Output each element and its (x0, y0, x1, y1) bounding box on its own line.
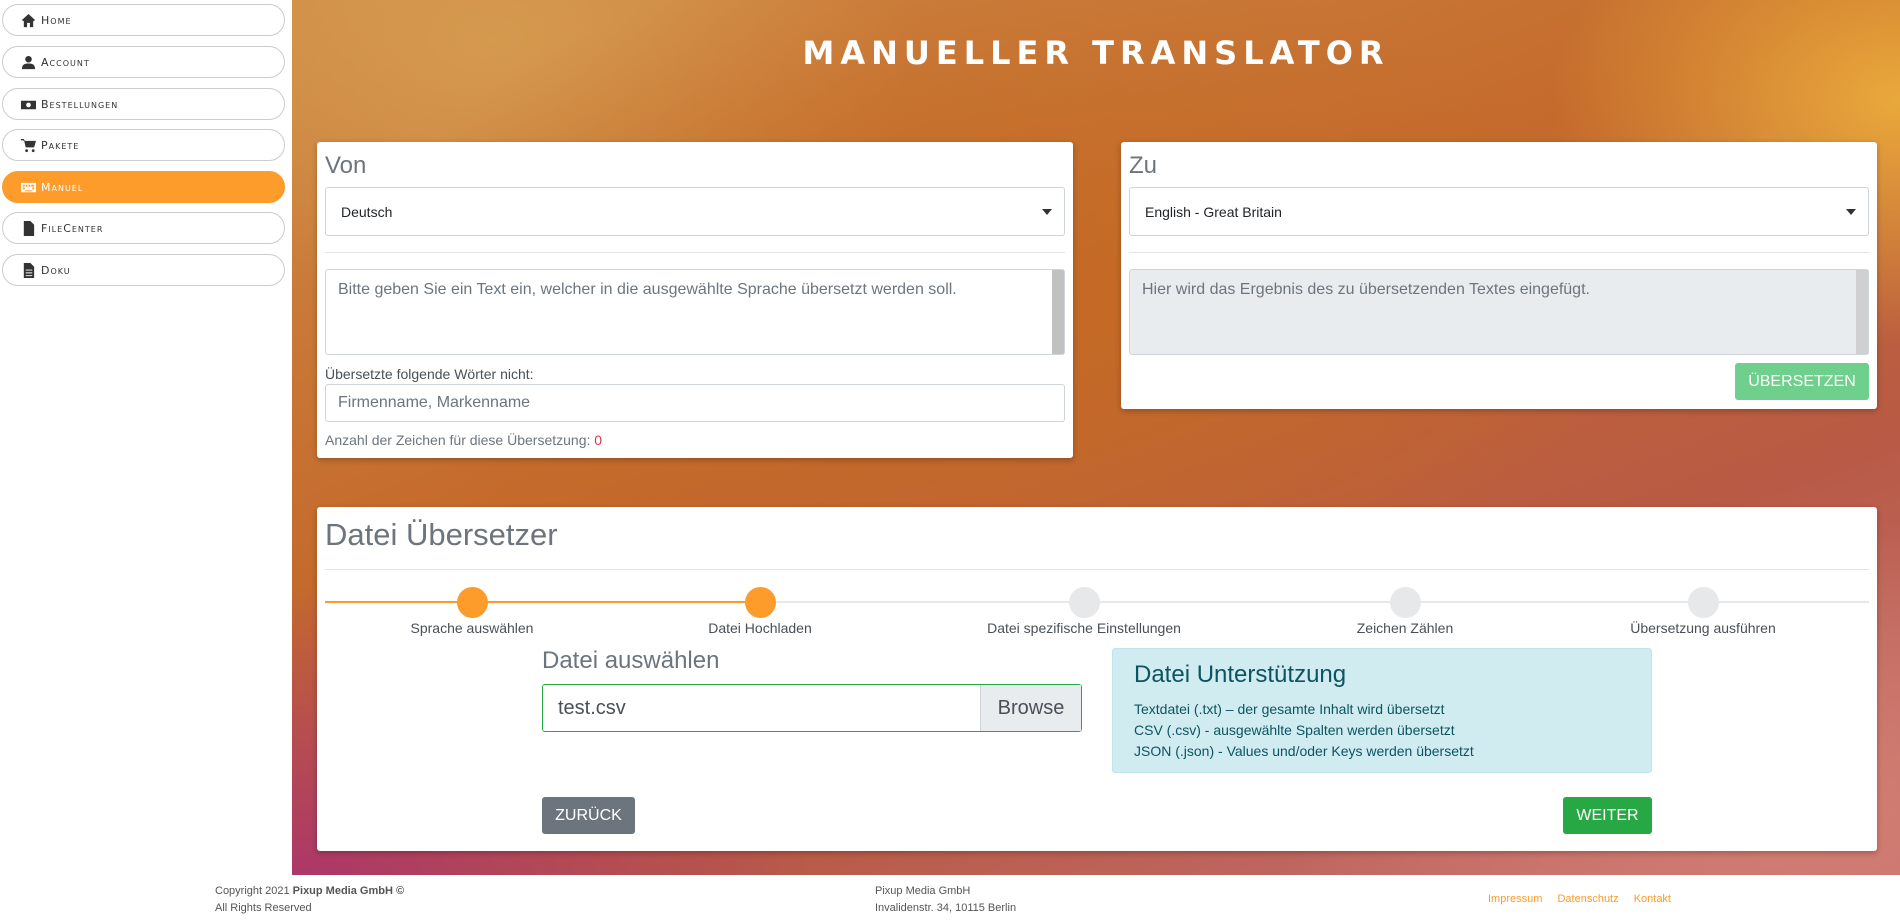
char-count-value: 0 (594, 432, 603, 448)
file-input-value: test.csv (558, 696, 626, 719)
back-button[interactable]: ZURÜCK (542, 797, 635, 834)
sidebar-item-home[interactable]: Home (2, 4, 285, 36)
file-support-line: JSON (.json) - Values und/oder Keys werd… (1134, 743, 1474, 759)
divider (1129, 252, 1869, 253)
step-5-label: Übersetzung ausführen (1630, 620, 1776, 636)
file-icon (23, 220, 35, 236)
file-support-line: Textdatei (.txt) – der gesamte Inhalt wi… (1134, 701, 1445, 717)
char-count-label: Anzahl der Zeichen für diese Übersetzung… (325, 432, 591, 448)
sidebar: Home Account Bestellungen Pakete Manuel … (0, 0, 292, 875)
from-language-select[interactable]: Deutsch (325, 187, 1065, 236)
user-icon (21, 55, 36, 69)
step-4-label: Zeichen Zählen (1356, 620, 1454, 636)
step-2-label: Datei Hochladen (708, 620, 812, 636)
step-5-dot[interactable] (1688, 587, 1719, 618)
kontakt-link[interactable]: Kontakt (1634, 893, 1671, 905)
home-icon (21, 13, 36, 27)
from-language-value: Deutsch (341, 203, 393, 220)
exclude-words-placeholder: Firmenname, Markenname (338, 394, 531, 411)
impressum-link[interactable]: Impressum (1488, 893, 1542, 905)
from-title: Von (325, 152, 367, 179)
exclude-label: Übersetzte folgende Wörter nicht: (325, 366, 534, 382)
document-icon (23, 262, 35, 278)
chevron-down-icon (1846, 209, 1856, 215)
step-3-dot[interactable] (1069, 587, 1100, 618)
from-card: Von Deutsch Bitte geben Sie ein Text ein… (317, 142, 1073, 458)
divider (325, 569, 1869, 570)
file-support-line: CSV (.csv) - ausgewählte Spalten werden … (1134, 722, 1455, 738)
browse-button[interactable]: Browse (980, 685, 1081, 731)
translate-button[interactable]: ÜBERSETZEN (1735, 363, 1869, 400)
address-street: Invalidenstr. 34, 10115 Berlin (875, 902, 1017, 914)
to-card: Zu English - Great Britain Hier wird das… (1121, 142, 1877, 409)
to-title: Zu (1129, 152, 1158, 179)
source-text-placeholder: Bitte geben Sie ein Text ein, welcher in… (338, 281, 957, 298)
footer-links: Impressum Datenschutz Kontakt (1488, 893, 1671, 905)
sidebar-item-pakete[interactable]: Pakete (2, 129, 285, 161)
to-language-value: English - Great Britain (1145, 203, 1282, 220)
file-support-title: Datei Unterstützung (1134, 661, 1347, 688)
stepper-progress (325, 601, 769, 603)
to-language-select[interactable]: English - Great Britain (1129, 187, 1869, 236)
sidebar-item-label: Account (41, 55, 90, 69)
cart-icon (21, 138, 36, 152)
file-translator-card: Datei Übersetzer Sprache auswählen Datei… (317, 507, 1877, 851)
divider (325, 252, 1065, 253)
sidebar-item-bestellungen[interactable]: Bestellungen (2, 88, 285, 120)
chevron-down-icon (1042, 209, 1052, 215)
copyright: Copyright 2021 Pixup Media GmbH © (215, 885, 404, 897)
footer: Copyright 2021 Pixup Media GmbH © All Ri… (0, 875, 1900, 921)
sidebar-item-label: Pakete (41, 138, 80, 152)
sidebar-item-label: FileCenter (41, 221, 104, 235)
exclude-words-input[interactable]: Firmenname, Markenname (325, 384, 1065, 422)
sidebar-item-label: Manuel (41, 180, 84, 194)
sidebar-item-label: Bestellungen (41, 97, 119, 111)
file-translator-title: Datei Übersetzer (325, 517, 558, 552)
scrollbar[interactable] (1856, 270, 1868, 354)
copyright-prefix: Copyright 2021 (215, 885, 290, 897)
sidebar-item-label: Home (41, 13, 72, 27)
datenschutz-link[interactable]: Datenschutz (1557, 893, 1618, 905)
address-company: Pixup Media GmbH (875, 885, 971, 897)
next-button[interactable]: WEITER (1563, 797, 1652, 834)
source-text-input[interactable]: Bitte geben Sie ein Text ein, welcher in… (325, 269, 1065, 355)
file-support-info: Datei Unterstützung Textdatei (.txt) – d… (1112, 648, 1652, 773)
result-placeholder: Hier wird das Ergebnis des zu übersetzen… (1142, 281, 1590, 298)
step-1-dot[interactable] (457, 587, 488, 618)
step-1-label: Sprache auswählen (410, 620, 534, 636)
step-4-dot[interactable] (1390, 587, 1421, 618)
sidebar-item-filecenter[interactable]: FileCenter (2, 212, 285, 244)
page-title: MANUELLER TRANSLATOR (802, 34, 1390, 72)
file-input[interactable]: test.csv Browse (542, 684, 1082, 732)
money-icon (21, 100, 36, 109)
sidebar-item-doku[interactable]: Doku (2, 254, 285, 286)
sidebar-item-label: Doku (41, 263, 71, 277)
char-count: Anzahl der Zeichen für diese Übersetzung… (325, 432, 602, 448)
step-2-dot[interactable] (745, 587, 776, 618)
rights-text: All Rights Reserved (215, 902, 312, 914)
select-file-label: Datei auswählen (542, 647, 720, 674)
result-text-output: Hier wird das Ergebnis des zu übersetzen… (1129, 269, 1869, 355)
step-3-label: Datei spezifische Einstellungen (987, 620, 1181, 636)
keyboard-icon (21, 182, 36, 192)
copyright-company: Pixup Media GmbH © (292, 885, 405, 897)
sidebar-item-account[interactable]: Account (2, 46, 285, 78)
main-area: MANUELLER TRANSLATOR Von Deutsch Bitte g… (292, 0, 1900, 875)
sidebar-item-manuel[interactable]: Manuel (2, 171, 285, 203)
scrollbar[interactable] (1052, 270, 1064, 354)
